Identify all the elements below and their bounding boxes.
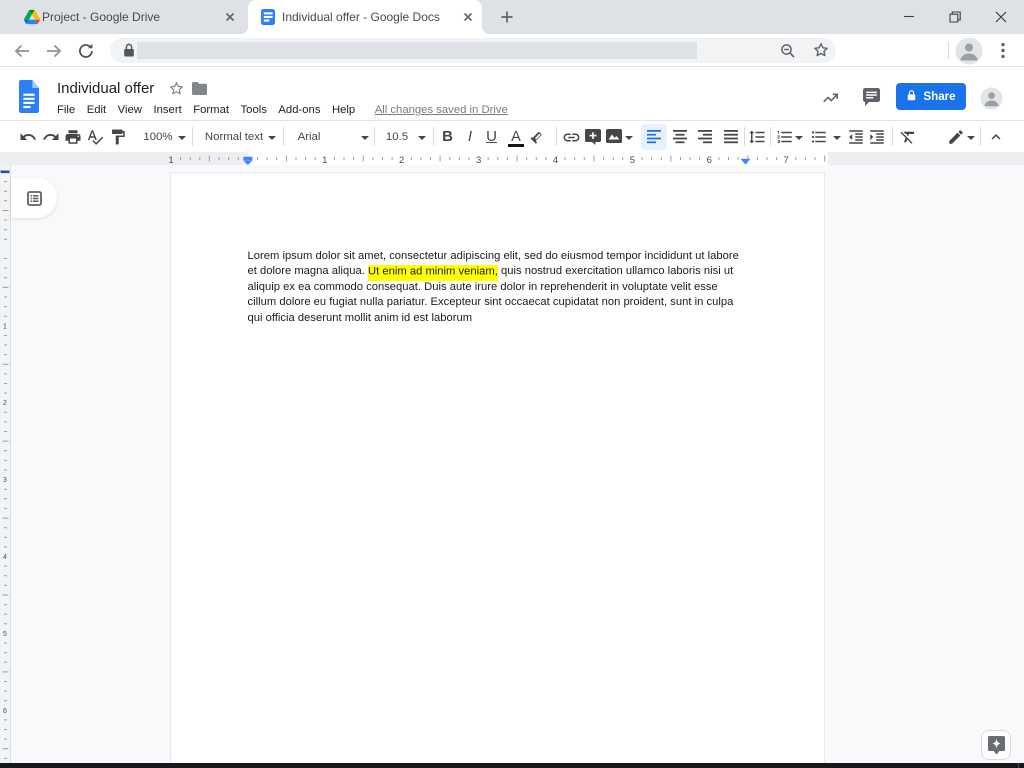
- svg-text:7: 7: [784, 155, 789, 165]
- svg-text:1: 1: [168, 155, 173, 165]
- svg-text:4: 4: [3, 554, 7, 561]
- svg-text:3: 3: [3, 477, 7, 484]
- svg-text:1: 1: [3, 323, 7, 330]
- svg-text:3: 3: [476, 155, 481, 165]
- svg-text:6: 6: [707, 155, 712, 165]
- svg-text:6: 6: [3, 708, 7, 715]
- svg-text:2: 2: [399, 155, 404, 165]
- svg-text:4: 4: [553, 155, 558, 165]
- svg-text:5: 5: [3, 631, 7, 638]
- svg-text:2: 2: [3, 400, 7, 407]
- svg-text:5: 5: [630, 155, 635, 165]
- svg-text:1: 1: [322, 155, 327, 165]
